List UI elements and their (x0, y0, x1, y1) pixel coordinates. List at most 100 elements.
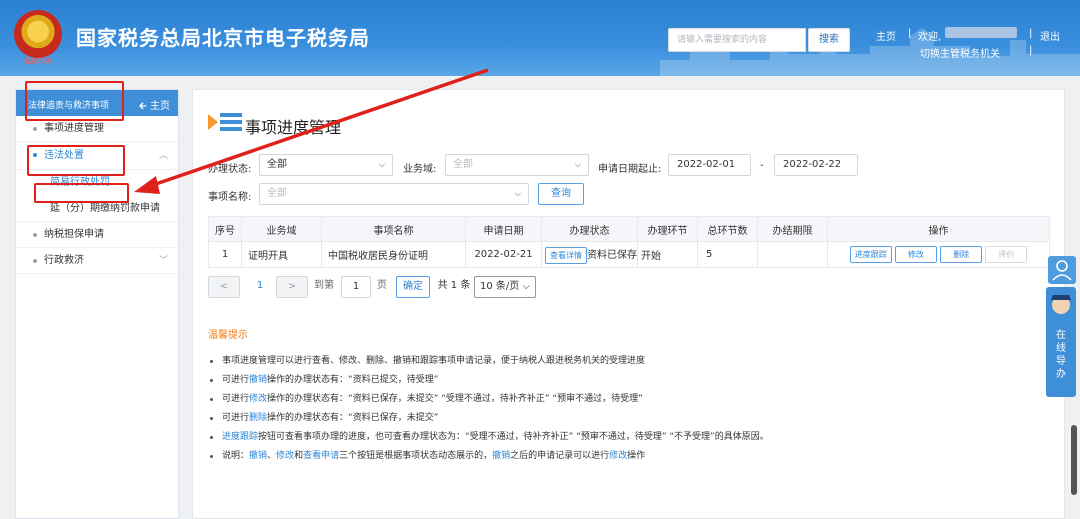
tip-text: 三个按钮是根据事项状态动态展示的， (339, 451, 493, 461)
date-from-input[interactable]: 2022-02-01 (668, 154, 751, 176)
cell-domain: 证明开具 (241, 241, 322, 268)
next-page-button[interactable]: > (276, 276, 308, 298)
tip-keyword: 修改 (276, 451, 295, 461)
tip-text: 操作的办理状态有：“资料已提交，待受理” (267, 375, 439, 385)
annotation-box-violation (27, 145, 125, 176)
business-select-placeholder: 全部 (453, 159, 473, 170)
tips-title: 温馨提示 (208, 330, 248, 341)
tip-line: 进度跟踪按钮可查看事项办理的进度，也可查看办理状态为：“受理不通过，待补齐补正”… (206, 428, 1056, 447)
header-separator: | (908, 28, 912, 39)
date-to-input[interactable]: 2022-02-22 (774, 154, 858, 176)
cell-status: 查看详情 资料已保存 (541, 241, 638, 268)
date-separator: - (760, 160, 764, 171)
list-title-icon (208, 113, 242, 131)
page-size-value: 10 条/页 (479, 281, 520, 292)
sidebar-item-remedy[interactable]: 行政救济 ﹀ (16, 248, 178, 274)
item-name-label: 事项名称: (208, 192, 252, 203)
switch-tax-office-link[interactable]: 切换主管税务机关 (920, 45, 1000, 60)
scrollbar[interactable] (1071, 425, 1077, 495)
tip-line: 可进行撤销操作的办理状态有：“资料已提交，待受理” (206, 371, 1056, 390)
annotation-box-simple-penalty (34, 183, 129, 203)
goto-label: 到第 (314, 280, 334, 291)
chevron-down-icon: ⌵ (378, 160, 385, 169)
date-range-label: 申请日期起止: (598, 164, 662, 175)
sidebar-home-button[interactable]: 🡰 主页 (139, 97, 170, 116)
annotation-box-category (25, 81, 124, 121)
tip-keyword: 撤销 (249, 451, 268, 461)
page-unit: 页 (377, 280, 387, 291)
chevron-up-icon: ︿ (158, 151, 168, 161)
sidebar-item-label: 纳税担保申请 (44, 229, 104, 240)
search-input[interactable] (668, 28, 806, 52)
username-redacted (945, 27, 1017, 38)
status-text: 资料已保存 (587, 249, 637, 261)
tax-emblem-logo (14, 10, 62, 58)
cell-actions: 进度跟踪 修改 删除 评价 (827, 241, 1050, 268)
tip-text: 事项进度管理可以进行查看、修改、删除、撤销和跟踪事项申请记录，便于纳税人跟进税务… (222, 356, 646, 366)
tip-keyword: 修改 (609, 451, 628, 461)
confirm-page-button[interactable]: 确定 (396, 276, 430, 298)
col-header: 办结期限 (757, 216, 828, 242)
col-header: 总环节数 (697, 216, 758, 242)
page-number[interactable]: 1 (252, 276, 268, 298)
business-select[interactable]: 全部 ⌵ (445, 154, 589, 176)
logout-link[interactable]: 退出 (1040, 28, 1060, 43)
bullet-icon (33, 259, 37, 263)
cell-no: 1 (208, 241, 242, 268)
page-size-select[interactable]: 10 条/页 ⌵ (474, 276, 536, 298)
prev-page-button[interactable]: < (208, 276, 240, 298)
col-header: 业务域 (241, 216, 322, 242)
evaluate-button[interactable]: 评价 (985, 246, 1028, 263)
sidebar-item-guarantee[interactable]: 纳税担保申请 (16, 222, 178, 248)
tip-text: 和 (294, 451, 304, 461)
view-detail-button[interactable]: 查看详情 (545, 246, 587, 264)
query-button[interactable]: 查询 (538, 183, 584, 205)
tip-text: 之后的申请记录可以进行 (510, 451, 610, 461)
status-filter-label: 办理状态: (208, 164, 252, 175)
chevron-down-icon: ⌵ (574, 160, 581, 169)
avatar-icon (1051, 295, 1071, 314)
delete-button[interactable]: 删除 (940, 246, 983, 263)
emblem-caption: 北京税务 (24, 57, 52, 65)
tip-text: 可进行 (222, 394, 250, 404)
user-service-button[interactable] (1048, 256, 1076, 284)
top-header: 北京税务 国家税务总局北京市电子税务局 搜索 主页 | 欢迎, | 退出 切换主… (0, 0, 1080, 76)
goto-page-input[interactable]: 1 (341, 276, 371, 298)
tip-keyword: 查看申请 (303, 451, 340, 461)
tip-text: 、 (267, 451, 277, 461)
total-count: 共 1 条 (437, 280, 471, 291)
edit-button[interactable]: 修改 (894, 246, 937, 263)
sidebar-item-label: 事项进度管理 (44, 123, 104, 134)
col-header: 操作 (827, 216, 1050, 242)
track-progress-button[interactable]: 进度跟踪 (849, 246, 892, 263)
chevron-down-icon: ﹀ (158, 256, 168, 266)
col-header: 序号 (208, 216, 242, 242)
tip-line: 可进行修改操作的办理状态有：“资料已保存，未提交” “受理不通过，待补齐补正” … (206, 390, 1056, 409)
col-header: 办理状态 (541, 216, 638, 242)
status-select[interactable]: 全部 ⌵ (259, 154, 393, 176)
business-filter-label: 业务域: (403, 164, 437, 175)
tip-line: 事项进度管理可以进行查看、修改、删除、撤销和跟踪事项申请记录，便于纳税人跟进税务… (206, 352, 1056, 371)
bullet-icon (33, 127, 37, 131)
tip-text: 可进行 (222, 413, 250, 423)
table-header-row: 序号 业务域 事项名称 申请日期 办理状态 办理环节 总环节数 办结期限 操作 (208, 216, 1050, 242)
item-name-select[interactable]: 全部 ⌵ (259, 183, 529, 205)
search-button[interactable]: 搜索 (808, 28, 850, 52)
tip-keyword: 删除 (249, 413, 268, 423)
tip-keyword: 撤销 (249, 375, 268, 385)
status-select-value: 全部 (267, 159, 287, 170)
col-header: 事项名称 (321, 216, 466, 242)
home-link[interactable]: 主页 (876, 28, 896, 43)
sidebar-item-label: 延（分）期缴纳罚款申请 (50, 203, 160, 214)
tip-keyword: 修改 (249, 394, 268, 404)
cell-deadline (757, 241, 828, 268)
sidebar-home-label: 主页 (150, 101, 170, 112)
chevron-down-icon: ⌵ (522, 281, 531, 292)
progress-table: 序号 业务域 事项名称 申请日期 办理状态 办理环节 总环节数 办结期限 操作 … (208, 216, 1050, 268)
online-guide-button[interactable]: 在线导办 (1046, 287, 1076, 397)
tip-keyword: 进度跟踪 (222, 432, 259, 442)
cell-name: 中国税收居民身份证明 (321, 241, 466, 268)
header-separator: | (1029, 28, 1033, 39)
sidebar-item-label: 行政救济 (44, 255, 84, 266)
chevron-down-icon: ⌵ (514, 189, 521, 198)
